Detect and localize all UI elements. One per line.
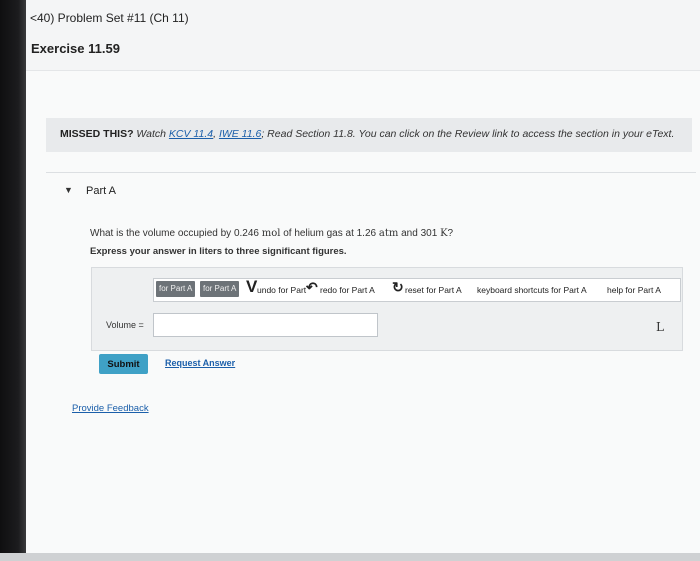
screen-bottom-edge (0, 553, 700, 561)
page-header: <40) Problem Set #11 (Ch 11) Exercise 11… (26, 0, 700, 71)
templates-button[interactable]: for Part A (156, 281, 196, 297)
volume-input[interactable] (153, 313, 378, 337)
provide-feedback-link[interactable]: Provide Feedback (72, 403, 149, 414)
unit-mol: mol (261, 228, 281, 239)
undo-button[interactable]: undo for Part (257, 285, 306, 295)
vector-icon[interactable]: V (246, 279, 257, 297)
instruction-text: Express your answer in liters to three s… (90, 246, 347, 257)
question-end: ? (447, 228, 454, 239)
symbols-button[interactable]: for Part A (200, 281, 240, 297)
help-button[interactable]: help for Part A (607, 285, 661, 295)
breadcrumb-back-link[interactable]: <40) Problem Set #11 (Ch 11) (30, 11, 189, 25)
missed-this-lead: MISSED THIS? (60, 128, 134, 140)
question-mid2: and 301 (398, 228, 441, 239)
missed-this-text: MISSED THIS? Watch KCV 11.4, IWE 11.6; R… (60, 128, 674, 140)
collapse-caret-icon[interactable]: ▼ (64, 185, 73, 195)
redo-button[interactable]: redo for Part A (320, 285, 375, 295)
request-answer-link[interactable]: Request Answer (165, 358, 235, 368)
question-text: What is the volume occupied by 0.246 mol… (90, 228, 453, 239)
keyboard-shortcuts-button[interactable]: keyboard shortcuts for Part A (477, 285, 587, 295)
unit-atm: atm (378, 228, 399, 239)
reset-button[interactable]: reset for Part A (405, 285, 462, 295)
undo-icon[interactable]: ↶ (306, 279, 318, 296)
math-toolbar: for Part A for Part A V undo for Part ↶ … (153, 278, 681, 302)
question-mid1: of helium gas at 1.26 (280, 228, 379, 239)
question-pre: What is the volume occupied by 0.246 (90, 228, 262, 239)
unit-liters-label: L (656, 320, 664, 334)
read-section-text: ; Read Section 11.8. You can click on th… (261, 128, 675, 140)
screen-edge (0, 0, 26, 561)
reset-icon[interactable]: ↻ (392, 279, 404, 296)
part-title[interactable]: Part A (86, 185, 116, 197)
iwe-link[interactable]: IWE 11.6 (219, 128, 261, 140)
part-divider (46, 172, 696, 173)
unit-kelvin: K (440, 228, 448, 239)
submit-button[interactable]: Submit (99, 354, 148, 374)
missed-this-banner: MISSED THIS? Watch KCV 11.4, IWE 11.6; R… (46, 118, 692, 152)
volume-label: Volume = (106, 320, 144, 330)
app-window: <40) Problem Set #11 (Ch 11) Exercise 11… (26, 0, 700, 553)
kcv-link[interactable]: KCV 11.4 (169, 128, 213, 140)
exercise-title: Exercise 11.59 (31, 41, 120, 56)
watch-text: Watch (133, 128, 169, 140)
